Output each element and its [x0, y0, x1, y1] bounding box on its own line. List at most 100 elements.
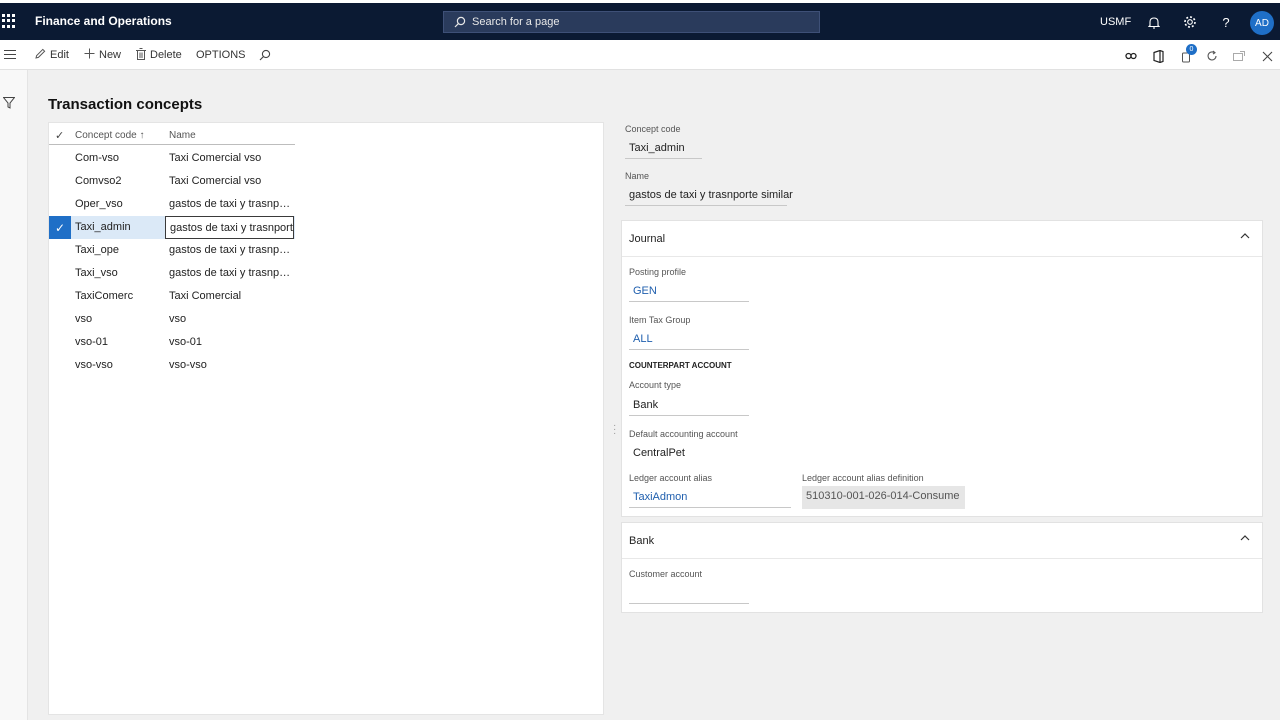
popout-icon[interactable]	[1231, 48, 1247, 64]
table-row[interactable]: Oper_vso gastos de taxi y trasnporte	[49, 193, 295, 216]
ledger-alias-field[interactable]: TaxiAdmon	[629, 488, 791, 508]
chevron-up-icon[interactable]	[1240, 533, 1250, 544]
item-tax-group-field[interactable]: ALL	[629, 330, 749, 350]
customer-account-label: Customer account	[629, 569, 703, 579]
concept-code-cell: vso-vso	[75, 359, 113, 371]
item-tax-group-label: Item Tax Group	[629, 315, 691, 325]
journal-fasttab: Journal Posting profile GEN Item Tax Gro…	[621, 220, 1263, 517]
table-row[interactable]: Comvso2 Taxi Comercial vso	[49, 170, 295, 193]
concept-code-label: Concept code	[625, 124, 681, 134]
name-cell: gastos de taxi y trasnporte	[169, 198, 293, 210]
action-search-button[interactable]	[259, 47, 271, 63]
table-row[interactable]: Taxi_vso gastos de taxi y trasnporte	[49, 262, 295, 285]
concept-code-cell: Oper_vso	[75, 198, 123, 210]
concept-code-cell: Taxi_admin	[75, 221, 131, 233]
concept-code-cell: vso	[75, 313, 93, 325]
search-icon	[454, 16, 466, 28]
name-cell: gastos de taxi y trasnporte	[169, 244, 293, 256]
app-title[interactable]: Finance and Operations	[35, 14, 172, 28]
table-row[interactable]: Com-vso Taxi Comercial vso	[49, 147, 295, 170]
column-header-concept-code[interactable]: Concept code ↑	[75, 130, 145, 141]
search-icon	[259, 49, 271, 61]
bell-icon[interactable]	[1144, 12, 1164, 32]
filter-pane	[0, 70, 28, 720]
concept-code-cell: vso-01	[75, 336, 109, 348]
bank-fasttab-header[interactable]: Bank	[622, 523, 1262, 559]
posting-profile-field[interactable]: GEN	[629, 282, 749, 302]
filter-icon[interactable]	[2, 97, 16, 112]
hamburger-icon[interactable]	[4, 50, 16, 60]
concept-code-cell: Taxi_ope	[75, 244, 120, 256]
bank-title: Bank	[629, 535, 655, 547]
table-row[interactable]: TaxiComerc Taxi Comercial	[49, 285, 295, 308]
column-header-name[interactable]: Name	[169, 130, 196, 141]
journal-fasttab-header[interactable]: Journal	[622, 221, 1262, 257]
name-label: Name	[625, 171, 650, 181]
edit-label: Edit	[50, 49, 69, 61]
account-type-select[interactable]: Bank	[629, 396, 749, 416]
trash-icon	[136, 47, 146, 63]
close-icon[interactable]	[1259, 48, 1275, 64]
bank-fasttab: Bank Customer account	[621, 522, 1263, 613]
help-icon[interactable]: ?	[1216, 12, 1236, 32]
table-row[interactable]: vso-vso vso-vso	[49, 354, 295, 377]
ledger-alias-definition-label: Ledger account alias definition	[802, 473, 924, 483]
concepts-grid: ✓ Concept code ↑ Name Com-vso Taxi Comer…	[48, 122, 604, 715]
concept-code-cell: Com-vso	[75, 152, 120, 164]
select-all-checkmark-icon[interactable]: ✓	[55, 129, 64, 142]
options-button[interactable]: OPTIONS	[196, 47, 246, 63]
name-cell: vso-01	[169, 336, 203, 348]
edit-icon	[35, 48, 46, 62]
posting-profile-label: Posting profile	[629, 267, 687, 277]
ledger-alias-definition-field: 510310-001-026-014-Consume	[802, 486, 965, 509]
office-icon[interactable]	[1150, 48, 1166, 64]
edit-button[interactable]: Edit	[35, 47, 69, 63]
action-pane: Edit New Delete OPTIONS	[0, 40, 1280, 70]
name-cell: vso	[169, 313, 187, 325]
delete-label: Delete	[150, 49, 182, 61]
link-icon[interactable]	[1123, 48, 1139, 64]
table-row[interactable]: Taxi_ope gastos de taxi y trasnporte	[49, 239, 295, 262]
chevron-up-icon[interactable]	[1240, 231, 1250, 242]
gear-icon[interactable]	[1180, 12, 1200, 32]
new-button[interactable]: New	[84, 47, 121, 63]
page-title: Transaction concepts	[48, 96, 203, 113]
sort-ascending-icon: ↑	[139, 130, 145, 141]
company-selector[interactable]: USMF	[1100, 16, 1131, 28]
top-navbar: Finance and Operations Search for a page…	[0, 0, 1280, 40]
search-placeholder: Search for a page	[472, 16, 560, 28]
name-cell: Taxi Comercial	[169, 290, 242, 302]
grid-header: ✓ Concept code ↑ Name	[49, 127, 295, 145]
name-cell: gastos de taxi y trasnporte	[169, 267, 293, 279]
avatar[interactable]: AD	[1250, 11, 1274, 35]
search-input[interactable]: Search for a page	[443, 11, 820, 33]
default-account-field[interactable]: CentralPet	[629, 444, 749, 464]
table-row-selected[interactable]: ✓ Taxi_admin gastos de taxi y trasnporte	[49, 216, 295, 239]
table-row[interactable]: vso vso	[49, 308, 295, 331]
notification-badge: 0	[1186, 44, 1197, 55]
name-cell-editor[interactable]: gastos de taxi y trasnporte	[165, 216, 294, 239]
options-label: OPTIONS	[196, 49, 246, 61]
name-field[interactable]: gastos de taxi y trasnporte similar	[625, 186, 793, 206]
concept-code-cell: Taxi_vso	[75, 267, 118, 279]
concept-code-cell: Comvso2	[75, 175, 122, 187]
account-type-label: Account type	[629, 380, 682, 390]
default-account-label: Default accounting account	[629, 429, 738, 439]
concept-code-field[interactable]: Taxi_admin	[625, 139, 702, 159]
pane-splitter[interactable]: · · ·	[613, 421, 616, 439]
refresh-icon[interactable]	[1204, 48, 1220, 64]
table-row[interactable]: vso-01 vso-01	[49, 331, 295, 354]
concept-code-cell: TaxiComerc	[75, 290, 134, 302]
delete-button[interactable]: Delete	[136, 47, 182, 63]
name-cell: vso-vso	[169, 359, 207, 371]
row-selected-checkmark-icon[interactable]: ✓	[49, 216, 71, 239]
name-cell: Taxi Comercial vso	[169, 152, 262, 164]
journal-title: Journal	[629, 233, 666, 245]
name-cell: Taxi Comercial vso	[169, 175, 262, 187]
waffle-icon[interactable]	[2, 14, 16, 28]
new-label: New	[99, 49, 122, 61]
plus-icon	[84, 48, 95, 62]
customer-account-field[interactable]	[629, 584, 749, 604]
counterpart-account-heading: COUNTERPART ACCOUNT	[629, 361, 732, 370]
ledger-alias-label: Ledger account alias	[629, 473, 713, 483]
